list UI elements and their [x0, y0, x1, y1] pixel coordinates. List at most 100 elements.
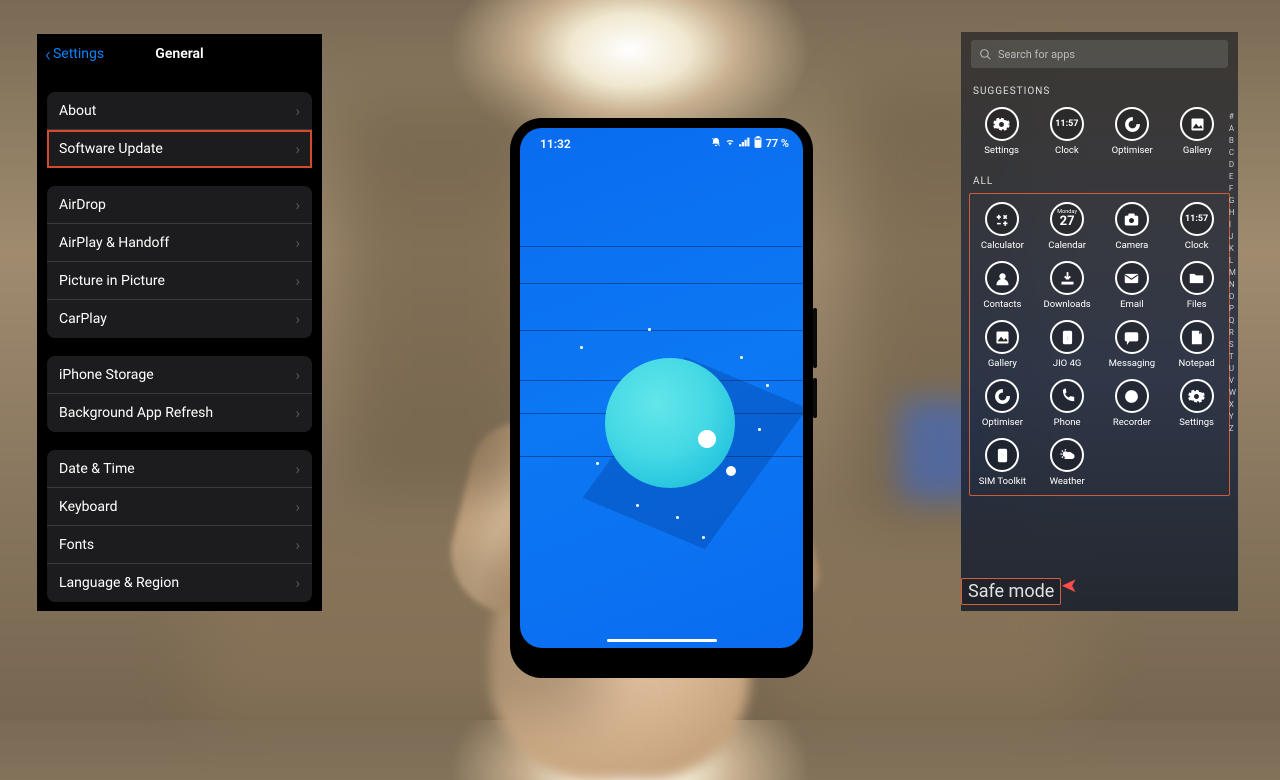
app-label: SIM Toolkit: [979, 476, 1026, 487]
gear-icon: [985, 107, 1019, 141]
alpha-N[interactable]: N: [1229, 280, 1236, 289]
email-icon: [1115, 261, 1149, 295]
alpha-X[interactable]: X: [1229, 400, 1236, 409]
optimise-icon: [1115, 107, 1149, 141]
row-label: Picture in Picture: [59, 273, 165, 289]
alpha-E[interactable]: E: [1229, 172, 1236, 181]
alpha-H[interactable]: H: [1229, 208, 1236, 217]
home-indicator[interactable]: [607, 639, 717, 643]
alpha-K[interactable]: K: [1229, 244, 1236, 253]
alpha-index[interactable]: # ABCDEFGHIJKLMNOPQRSTUVWXYZ: [1229, 112, 1236, 433]
battery-icon: [753, 136, 763, 151]
app-calculator[interactable]: +×−÷ Calculator: [970, 202, 1035, 251]
airplay-handoff-row[interactable]: AirPlay & Handoff›: [47, 224, 312, 262]
language-region-row[interactable]: Language & Region›: [47, 564, 312, 602]
app-label: Contacts: [983, 299, 1021, 310]
android-phone: 11:32 77 %: [510, 118, 813, 678]
carplay-row[interactable]: CarPlay›: [47, 300, 312, 338]
app-camera[interactable]: Camera: [1100, 202, 1165, 251]
app-downloads[interactable]: Downloads: [1035, 261, 1100, 310]
alpha-T[interactable]: T: [1229, 352, 1236, 361]
alpha-A[interactable]: A: [1229, 124, 1236, 133]
alpha-Y[interactable]: Y: [1229, 412, 1236, 421]
airdrop-row[interactable]: AirDrop›: [47, 186, 312, 224]
wallpaper-star: [580, 346, 583, 349]
app-notepad[interactable]: Notepad: [1164, 320, 1229, 369]
alpha-U[interactable]: U: [1229, 364, 1236, 373]
row-label: AirDrop: [59, 197, 106, 213]
camera-icon: [1115, 202, 1149, 236]
row-label: Fonts: [59, 537, 94, 553]
app-jio4g[interactable]: 1JIO 4G: [1035, 320, 1100, 369]
date-time-row[interactable]: Date & Time›: [47, 450, 312, 488]
sim-icon: 1: [1050, 320, 1084, 354]
alpha-L[interactable]: L: [1229, 256, 1236, 265]
row-label: Date & Time: [59, 461, 135, 477]
app-gallery-2[interactable]: Gallery: [970, 320, 1035, 369]
alpha-Z[interactable]: Z: [1229, 424, 1236, 433]
alpha-W[interactable]: W: [1229, 388, 1236, 397]
alpha-O[interactable]: O: [1229, 292, 1236, 301]
app-messaging[interactable]: Messaging: [1100, 320, 1165, 369]
app-files[interactable]: Files: [1164, 261, 1229, 310]
calc-icon: +×−÷: [985, 202, 1019, 236]
app-settings-2[interactable]: Settings: [1164, 379, 1229, 428]
chevron-right-icon: ›: [295, 498, 300, 516]
all-apps-grid: +×−÷ Calculator Monday27CalendarCamera11:5…: [969, 193, 1230, 496]
alpha-G[interactable]: G: [1229, 196, 1236, 205]
ios-header: ‹ Settings General: [37, 34, 322, 74]
phone-screen[interactable]: 11:32 77 %: [520, 128, 803, 648]
alpha-S[interactable]: S: [1229, 340, 1236, 349]
alpha-B[interactable]: B: [1229, 136, 1236, 145]
notepad-icon: [1180, 320, 1214, 354]
status-battery: 77 %: [766, 137, 789, 150]
wallpaper-line: [520, 330, 803, 331]
app-settings[interactable]: Settings: [969, 107, 1034, 156]
app-drawer: Search for apps SUGGESTIONS Settings11:5…: [961, 32, 1238, 611]
app-gallery[interactable]: Gallery: [1165, 107, 1230, 156]
all-heading: ALL: [961, 164, 1238, 193]
app-contacts[interactable]: Contacts: [970, 261, 1035, 310]
row-label: AirPlay & Handoff: [59, 235, 169, 251]
app-email[interactable]: Email: [1100, 261, 1165, 310]
arrow-icon: ➤: [1061, 573, 1078, 597]
app-weather[interactable]: Weather: [1035, 438, 1100, 487]
app-calendar[interactable]: Monday27Calendar: [1035, 202, 1100, 251]
app-sim-toolkit[interactable]: 2SIM Toolkit: [970, 438, 1035, 487]
suggestions-heading: SUGGESTIONS: [961, 74, 1238, 103]
app-optimiser[interactable]: Optimiser: [1100, 107, 1165, 156]
alpha-J[interactable]: J: [1229, 232, 1236, 241]
app-phone[interactable]: Phone: [1035, 379, 1100, 428]
about-row[interactable]: About›: [47, 92, 312, 130]
wallpaper-line: [520, 246, 803, 247]
software-update-row[interactable]: Software Update›: [47, 130, 312, 168]
alpha-P[interactable]: P: [1229, 304, 1236, 313]
alpha-V[interactable]: V: [1229, 376, 1236, 385]
fonts-row[interactable]: Fonts›: [47, 526, 312, 564]
alpha-C[interactable]: C: [1229, 148, 1236, 157]
phone-icon: [1050, 379, 1084, 413]
app-clock-2[interactable]: 11:57Clock: [1164, 202, 1229, 251]
iphone-storage-row[interactable]: iPhone Storage›: [47, 356, 312, 394]
app-clock[interactable]: 11:57Clock: [1034, 107, 1099, 156]
gear-icon: [1180, 379, 1214, 413]
app-label: Calculator: [981, 240, 1024, 251]
app-label: Clock: [1055, 145, 1079, 156]
alpha-Q[interactable]: Q: [1229, 316, 1236, 325]
pip-row[interactable]: Picture in Picture›: [47, 262, 312, 300]
contact-icon: [985, 261, 1019, 295]
search-input[interactable]: Search for apps: [971, 40, 1228, 68]
app-optimiser-2[interactable]: Optimiser: [970, 379, 1035, 428]
alpha-I[interactable]: I: [1229, 220, 1236, 229]
recorder-icon: [1115, 379, 1149, 413]
alpha-M[interactable]: M: [1229, 268, 1236, 277]
alpha-D[interactable]: D: [1229, 160, 1236, 169]
app-recorder[interactable]: Recorder: [1100, 379, 1165, 428]
status-icons: 77 %: [711, 136, 789, 151]
alpha-#[interactable]: #: [1229, 112, 1236, 121]
alpha-R[interactable]: R: [1229, 328, 1236, 337]
keyboard-row[interactable]: Keyboard›: [47, 488, 312, 526]
alpha-F[interactable]: F: [1229, 184, 1236, 193]
background-refresh-row[interactable]: Background App Refresh›: [47, 394, 312, 432]
chevron-right-icon: ›: [295, 140, 300, 158]
